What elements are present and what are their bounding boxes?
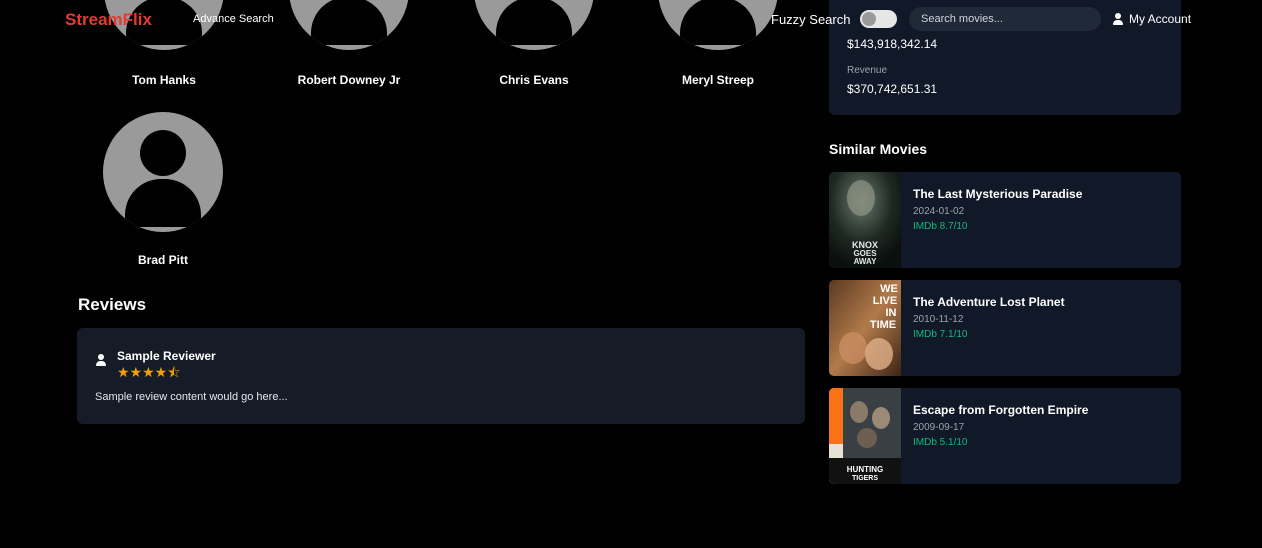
logo[interactable]: StreamFlix — [65, 10, 152, 30]
cast-name: Meryl Streep — [681, 73, 755, 87]
fuzzy-search-label: Fuzzy Search — [771, 12, 851, 27]
revenue-label: Revenue — [847, 65, 888, 76]
similar-movie-rating: IMDb 5.1/10 — [913, 437, 968, 448]
cast-name: Brad Pitt — [137, 253, 189, 267]
similar-movie-date: 2010-11-12 — [913, 314, 964, 325]
similar-movie-title: The Last Mysterious Paradise — [913, 187, 1083, 201]
svg-text:LIVE: LIVE — [873, 295, 897, 307]
cast-name: Robert Downey Jr — [297, 73, 401, 87]
account-label: My Account — [1129, 12, 1192, 26]
fuzzy-search-toggle[interactable] — [860, 10, 897, 28]
similar-movie-rating: IMDb 8.7/10 — [913, 221, 968, 232]
my-account-button[interactable]: My Account — [1112, 12, 1191, 26]
movie-poster: HUNTING TIGERS — [829, 388, 901, 484]
similar-movie-title: The Adventure Lost Planet — [913, 295, 1065, 309]
similar-movie-card[interactable]: WE LIVE IN TIME The Adventure Lost Plane… — [829, 280, 1181, 376]
navbar: StreamFlix Advance Search Fuzzy Search M… — [0, 0, 1262, 40]
cast-name: Chris Evans — [499, 73, 569, 87]
star-rating: ★★★★⯪ — [117, 364, 181, 380]
similar-movie-date: 2009-09-17 — [913, 422, 965, 433]
avatar-placeholder-icon — [103, 112, 223, 232]
svg-text:TIGERS: TIGERS — [852, 475, 878, 482]
svg-text:AWAY: AWAY — [854, 257, 877, 266]
review-content: Sample review content would go here... — [95, 391, 288, 403]
revenue-value: $370,742,651.31 — [847, 82, 938, 96]
similar-movie-card[interactable]: KNOX GOES AWAY The Last Mysterious Parad… — [829, 172, 1181, 268]
cast-name: Tom Hanks — [132, 73, 196, 87]
reviewer-name: Sample Reviewer — [117, 349, 216, 363]
svg-text:TIME: TIME — [870, 319, 896, 331]
svg-text:IN: IN — [886, 307, 897, 319]
similar-movie-card[interactable]: HUNTING TIGERS Escape from Forgotten Emp… — [829, 388, 1181, 484]
user-icon — [1112, 13, 1124, 25]
toggle-knob — [862, 12, 876, 26]
search-input[interactable] — [909, 7, 1101, 31]
similar-movie-date: 2024-01-02 — [913, 206, 965, 217]
svg-text:WE: WE — [880, 283, 898, 295]
reviewer-user-icon — [95, 354, 107, 366]
movie-poster: KNOX GOES AWAY — [829, 172, 901, 268]
svg-text:HUNTING: HUNTING — [847, 465, 883, 474]
advance-search-link[interactable]: Advance Search — [193, 13, 274, 25]
similar-movies-heading: Similar Movies — [829, 141, 928, 157]
reviews-heading: Reviews — [78, 295, 147, 314]
similar-movie-title: Escape from Forgotten Empire — [913, 403, 1089, 417]
movie-poster: WE LIVE IN TIME — [829, 280, 901, 376]
similar-movie-rating: IMDb 7.1/10 — [913, 329, 968, 340]
review-card: Sample Reviewer ★★★★⯪ Sample review cont… — [77, 328, 805, 424]
